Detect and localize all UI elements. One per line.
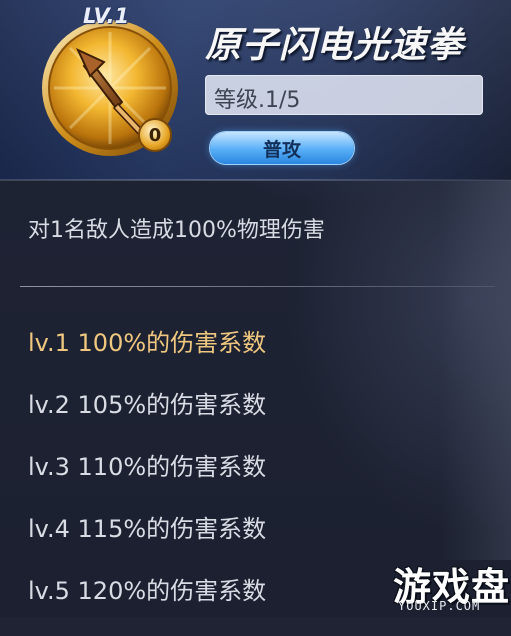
- level-item-2: lv.2 105%的伤害系数: [28, 391, 267, 419]
- skill-level-label: LV.1: [83, 4, 130, 28]
- skill-description: 对1名敌人造成100%物理伤害: [28, 218, 325, 243]
- level-item-4: lv.4 115%的伤害系数: [28, 515, 267, 543]
- skill-type-tag: 普攻: [210, 132, 354, 164]
- skill-name: 原子闪电光速拳: [205, 25, 465, 66]
- level-item-5: lv.5 120%的伤害系数: [28, 577, 267, 605]
- skill-points-badge: 0: [138, 118, 172, 152]
- header-divider: [0, 179, 511, 181]
- level-list: lv.1 100%的伤害系数 lv.2 105%的伤害系数 lv.3 110%的…: [28, 326, 266, 636]
- level-item-1: lv.1 100%的伤害系数: [28, 329, 267, 357]
- level-item-3: lv.3 110%的伤害系数: [28, 453, 267, 481]
- skill-level-text: 等级.1/5: [214, 88, 301, 113]
- section-divider: [20, 286, 495, 287]
- watermark-url: YOUXIP.COM: [398, 599, 481, 613]
